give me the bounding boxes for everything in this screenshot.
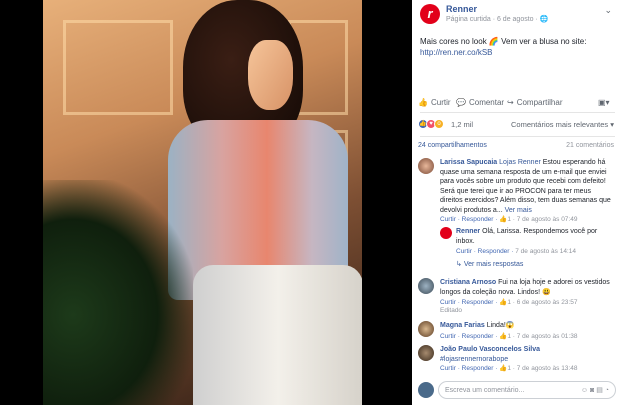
comment-meta: Curtir · Responder · 👍1 · 7 de agosto às… [440, 332, 577, 340]
gif-icon[interactable]: ▤ [596, 386, 603, 394]
post-panel: r Renner Página curtida · 6 de agosto · … [412, 0, 620, 405]
divider [420, 136, 615, 137]
share-arrow-icon: ↪ [507, 97, 514, 107]
comment-actions[interactable]: Curtir · Responder · [440, 365, 499, 372]
reaction-count[interactable]: 1,2 mil [451, 120, 473, 129]
model-face [248, 40, 293, 110]
comment-mention[interactable]: Lojas Renner [499, 159, 541, 166]
comment-label: Comentar [468, 97, 505, 107]
see-more-link[interactable]: Ver mais [505, 207, 532, 214]
reaction-icons[interactable]: 👍 ♥ o [418, 119, 444, 129]
comment-body: Linda!😱 [486, 322, 515, 329]
post-body: Mais cores no look 🌈 Vem ver a blusa no … [420, 37, 587, 46]
comment-text: Magna Farias Linda!😱 [440, 321, 612, 331]
reply-item: Renner Olá, Larissa. Respondemos você po… [440, 227, 615, 262]
like-label: Curtir [430, 97, 451, 107]
comment-time: · 6 de agosto às 23:57 [510, 299, 578, 306]
wow-reaction-icon: o [434, 119, 444, 129]
comment-body: Estou esperando há quase uma semana resp… [440, 159, 611, 214]
avatar[interactable] [418, 382, 434, 398]
comment-input[interactable]: Escreva um comentário... ☺ ◙ ▤ ◔ [438, 381, 616, 399]
reply-actions[interactable]: Curtir · Responder · [456, 248, 515, 255]
like-button[interactable]: 👍 Curtir [418, 94, 451, 110]
reply-meta: Curtir · Responder · 7 de agosto às 14:1… [456, 248, 576, 255]
comment-actions[interactable]: Curtir · Responder · [440, 333, 499, 340]
comment-item: Magna Farias Linda!😱 Curtir · Responder … [418, 321, 614, 343]
comment-item: Cristiana Arnoso Fui na loja hoje e ador… [418, 278, 614, 318]
comment-time: · 7 de agosto às 07:49 [510, 216, 578, 223]
edited-label: Editado [440, 307, 463, 314]
chevron-down-icon[interactable]: ⌄ [604, 5, 612, 16]
model-skirt [193, 265, 362, 405]
comment-item: Larissa Sapucaia Lojas Renner Estou espe… [418, 158, 614, 228]
post-meta: Página curtida · 6 de agosto · 🌐 [446, 16, 549, 23]
post-text: Mais cores no look 🌈 Vem ver a blusa no … [420, 36, 615, 58]
speech-bubble-icon: 💬 [456, 97, 466, 107]
comment-button[interactable]: 💬 Comentar [456, 94, 504, 110]
emoji-icon[interactable]: ☺ [581, 387, 588, 394]
share-label: Compartilhar [516, 97, 563, 107]
avatar[interactable] [418, 321, 434, 337]
comment-author[interactable]: João Paulo Vasconcelos Silva [440, 346, 540, 353]
comment-meta: Curtir · Responder · 👍1 · 7 de agosto às… [440, 364, 577, 372]
reply-author[interactable]: Renner [456, 228, 480, 235]
reply-text: Renner Olá, Larissa. Respondemos você po… [456, 227, 614, 246]
camera-icon[interactable]: ◙ [590, 387, 594, 394]
comment-actions[interactable]: Curtir · Responder · [440, 299, 499, 306]
comment-author[interactable]: Magna Farias [440, 322, 485, 329]
comment-time: · 7 de agosto às 01:38 [510, 333, 578, 340]
comments-count[interactable]: 21 comentários [566, 142, 614, 149]
sticker-icon[interactable]: ◔ [605, 387, 609, 394]
comment-sort-dropdown[interactable]: Comentários mais relevantes ▾ [511, 120, 614, 129]
avatar[interactable] [440, 227, 452, 239]
share-button[interactable]: ↪ Compartilhar [507, 94, 563, 110]
window-frame [63, 20, 173, 115]
comment-text: Larissa Sapucaia Lojas Renner Estou espe… [440, 158, 612, 215]
page-logo[interactable]: r [420, 4, 440, 24]
avatar[interactable] [418, 278, 434, 294]
thumbs-up-icon: 👍 [418, 97, 428, 107]
avatar[interactable] [418, 345, 434, 361]
reply-arrow-icon: ↳ [456, 261, 464, 268]
comment-author[interactable]: Cristiana Arnoso [440, 279, 496, 286]
post-link[interactable]: http://ren.ner.co/kSB [420, 47, 615, 58]
post-header: r Renner Página curtida · 6 de agosto · … [412, 0, 620, 28]
comment-hashtag[interactable]: #lojasrennernorabope [440, 356, 508, 363]
comment-text: João Paulo Vasconcelos Silva #lojasrenne… [440, 345, 612, 364]
page-name[interactable]: Renner [446, 4, 477, 14]
post-photo[interactable] [43, 0, 362, 405]
comment-author[interactable]: Larissa Sapucaia [440, 159, 497, 166]
shares-count[interactable]: 24 compartilhamentos [418, 142, 487, 149]
comment-item: João Paulo Vasconcelos Silva #lojasrenne… [418, 345, 614, 375]
comment-text: Cristiana Arnoso Fui na loja hoje e ador… [440, 278, 612, 297]
comment-actions[interactable]: Curtir · Responder · [440, 216, 499, 223]
comment-meta: Curtir · Responder · 👍1 · 7 de agosto às… [440, 215, 577, 223]
reply-time: 7 de agosto às 14:14 [515, 248, 576, 255]
comment-time: · 7 de agosto às 13:48 [510, 365, 578, 372]
avatar[interactable] [418, 158, 434, 174]
more-replies-link[interactable]: ↳ Ver mais respostas [456, 260, 523, 268]
comment-meta: Curtir · Responder · 👍1 · 6 de agosto às… [440, 298, 577, 306]
divider [420, 112, 615, 113]
plant-foliage [43, 180, 193, 405]
comment-placeholder: Escreva um comentário... [445, 386, 525, 394]
audience-selector[interactable]: ▣▾ [598, 94, 610, 110]
avatar-icon: ▣▾ [598, 97, 610, 107]
more-replies-label: Ver mais respostas [463, 261, 524, 268]
